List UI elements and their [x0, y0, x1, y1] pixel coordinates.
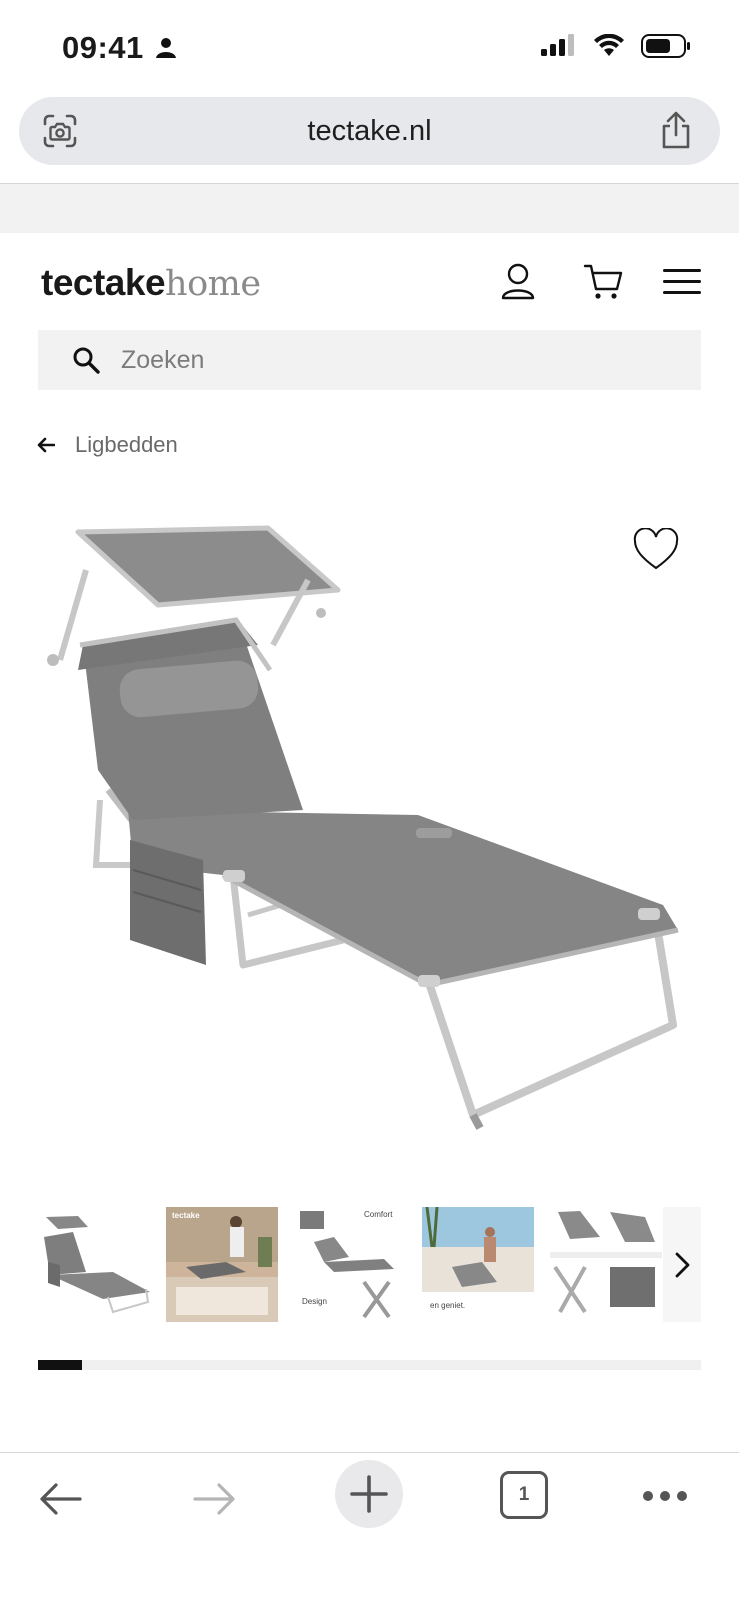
cart-icon[interactable] — [583, 262, 625, 302]
arrow-left-icon[interactable] — [37, 437, 55, 453]
status-time: 09:41 — [62, 30, 144, 65]
address-bar[interactable]: tectake.nl — [19, 97, 720, 165]
url-text[interactable]: tectake.nl — [19, 115, 720, 148]
thumbnail-3[interactable]: Comfort Design — [294, 1207, 406, 1322]
thumbnail-1[interactable] — [38, 1207, 150, 1322]
share-icon[interactable] — [658, 109, 694, 151]
person-icon — [156, 38, 176, 58]
gallery-progress-fill — [38, 1360, 83, 1370]
logo-secondary: home — [165, 264, 261, 304]
thumbnail-4[interactable]: en geniet. — [422, 1207, 534, 1322]
thumbnail-next-button[interactable] — [663, 1207, 701, 1322]
breadcrumb[interactable]: Ligbedden — [37, 432, 178, 458]
forward-icon[interactable] — [193, 1481, 237, 1517]
tabs-button[interactable]: 1 — [500, 1471, 548, 1519]
search-icon — [73, 347, 100, 374]
thumbnail-2[interactable]: tectake — [166, 1207, 278, 1322]
chevron-right-icon[interactable] — [673, 1251, 691, 1279]
site-logo[interactable]: tectakehome — [41, 262, 261, 304]
thumbnail-3-caption-top: Comfort — [364, 1210, 393, 1219]
thumbnail-3-caption-bottom: Design — [302, 1297, 327, 1306]
browser-toolbar: 1 — [0, 1452, 739, 1600]
back-icon[interactable] — [38, 1481, 82, 1517]
thumbnail-strip[interactable]: tectake Comfort Design en geniet. — [38, 1207, 701, 1322]
menu-icon[interactable] — [662, 268, 702, 296]
logo-primary: tectake — [41, 262, 166, 303]
thumbnail-5[interactable] — [550, 1207, 662, 1322]
wifi-icon — [594, 34, 624, 56]
gallery-progress — [38, 1360, 701, 1370]
top-banner — [0, 184, 739, 233]
search-input[interactable]: Zoeken — [38, 330, 701, 390]
new-tab-button[interactable] — [334, 1459, 404, 1529]
search-placeholder: Zoeken — [121, 346, 205, 374]
more-icon[interactable] — [642, 1489, 688, 1503]
thumbnail-2-caption: tectake — [172, 1211, 200, 1220]
heart-icon[interactable] — [632, 528, 680, 572]
signal-icon — [541, 34, 574, 56]
status-bar: 09:41 — [0, 0, 739, 96]
account-icon[interactable] — [500, 262, 536, 302]
breadcrumb-label[interactable]: Ligbedden — [75, 432, 178, 458]
product-image[interactable] — [38, 520, 701, 1160]
thumbnail-4-caption: en geniet. — [430, 1301, 466, 1310]
tab-count: 1 — [518, 1484, 530, 1505]
battery-icon — [641, 34, 690, 58]
